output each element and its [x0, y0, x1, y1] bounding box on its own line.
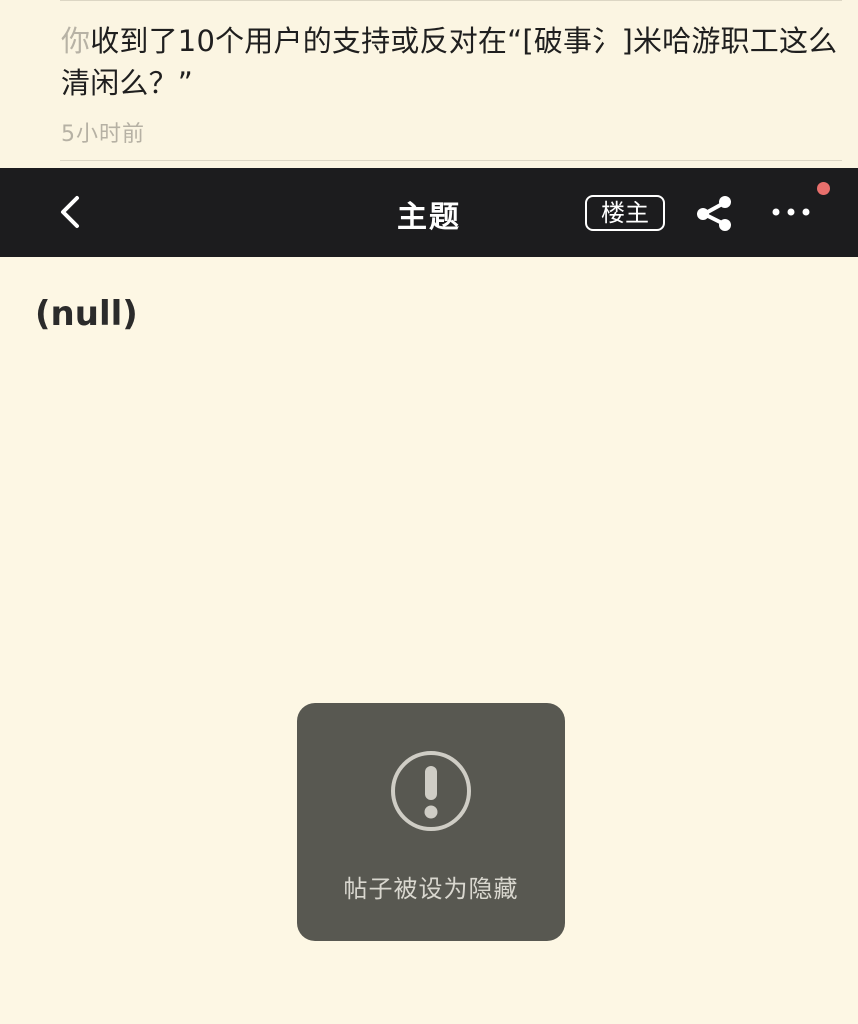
notification-item[interactable]: 你收到了10个用户的支持或反对在“[破事氵]米哈游职工这么清闲么？” 5小时前	[0, 0, 858, 168]
share-icon	[697, 196, 731, 231]
divider	[60, 160, 842, 161]
share-button[interactable]	[694, 193, 734, 233]
post-title: (null)	[35, 294, 138, 334]
op-only-button[interactable]: 楼主	[585, 195, 665, 231]
divider	[60, 0, 842, 1]
unread-dot	[817, 182, 830, 195]
exclamation-circle-icon	[391, 751, 471, 831]
notification-time: 5小时前	[61, 122, 145, 147]
more-button[interactable]	[768, 194, 814, 230]
toast-popup: 帖子被设为隐藏	[297, 703, 565, 941]
more-dots-icon	[772, 208, 810, 216]
notification-message: 你收到了10个用户的支持或反对在“[破事氵]米哈游职工这么清闲么？”	[61, 20, 841, 104]
top-navbar: 主题 楼主	[0, 168, 858, 257]
notification-actor: 你	[61, 24, 91, 58]
toast-message: 帖子被设为隐藏	[343, 875, 519, 903]
notification-text: 收到了10个用户的支持或反对在“[破事氵]米哈游职工这么清闲么？”	[61, 24, 838, 100]
